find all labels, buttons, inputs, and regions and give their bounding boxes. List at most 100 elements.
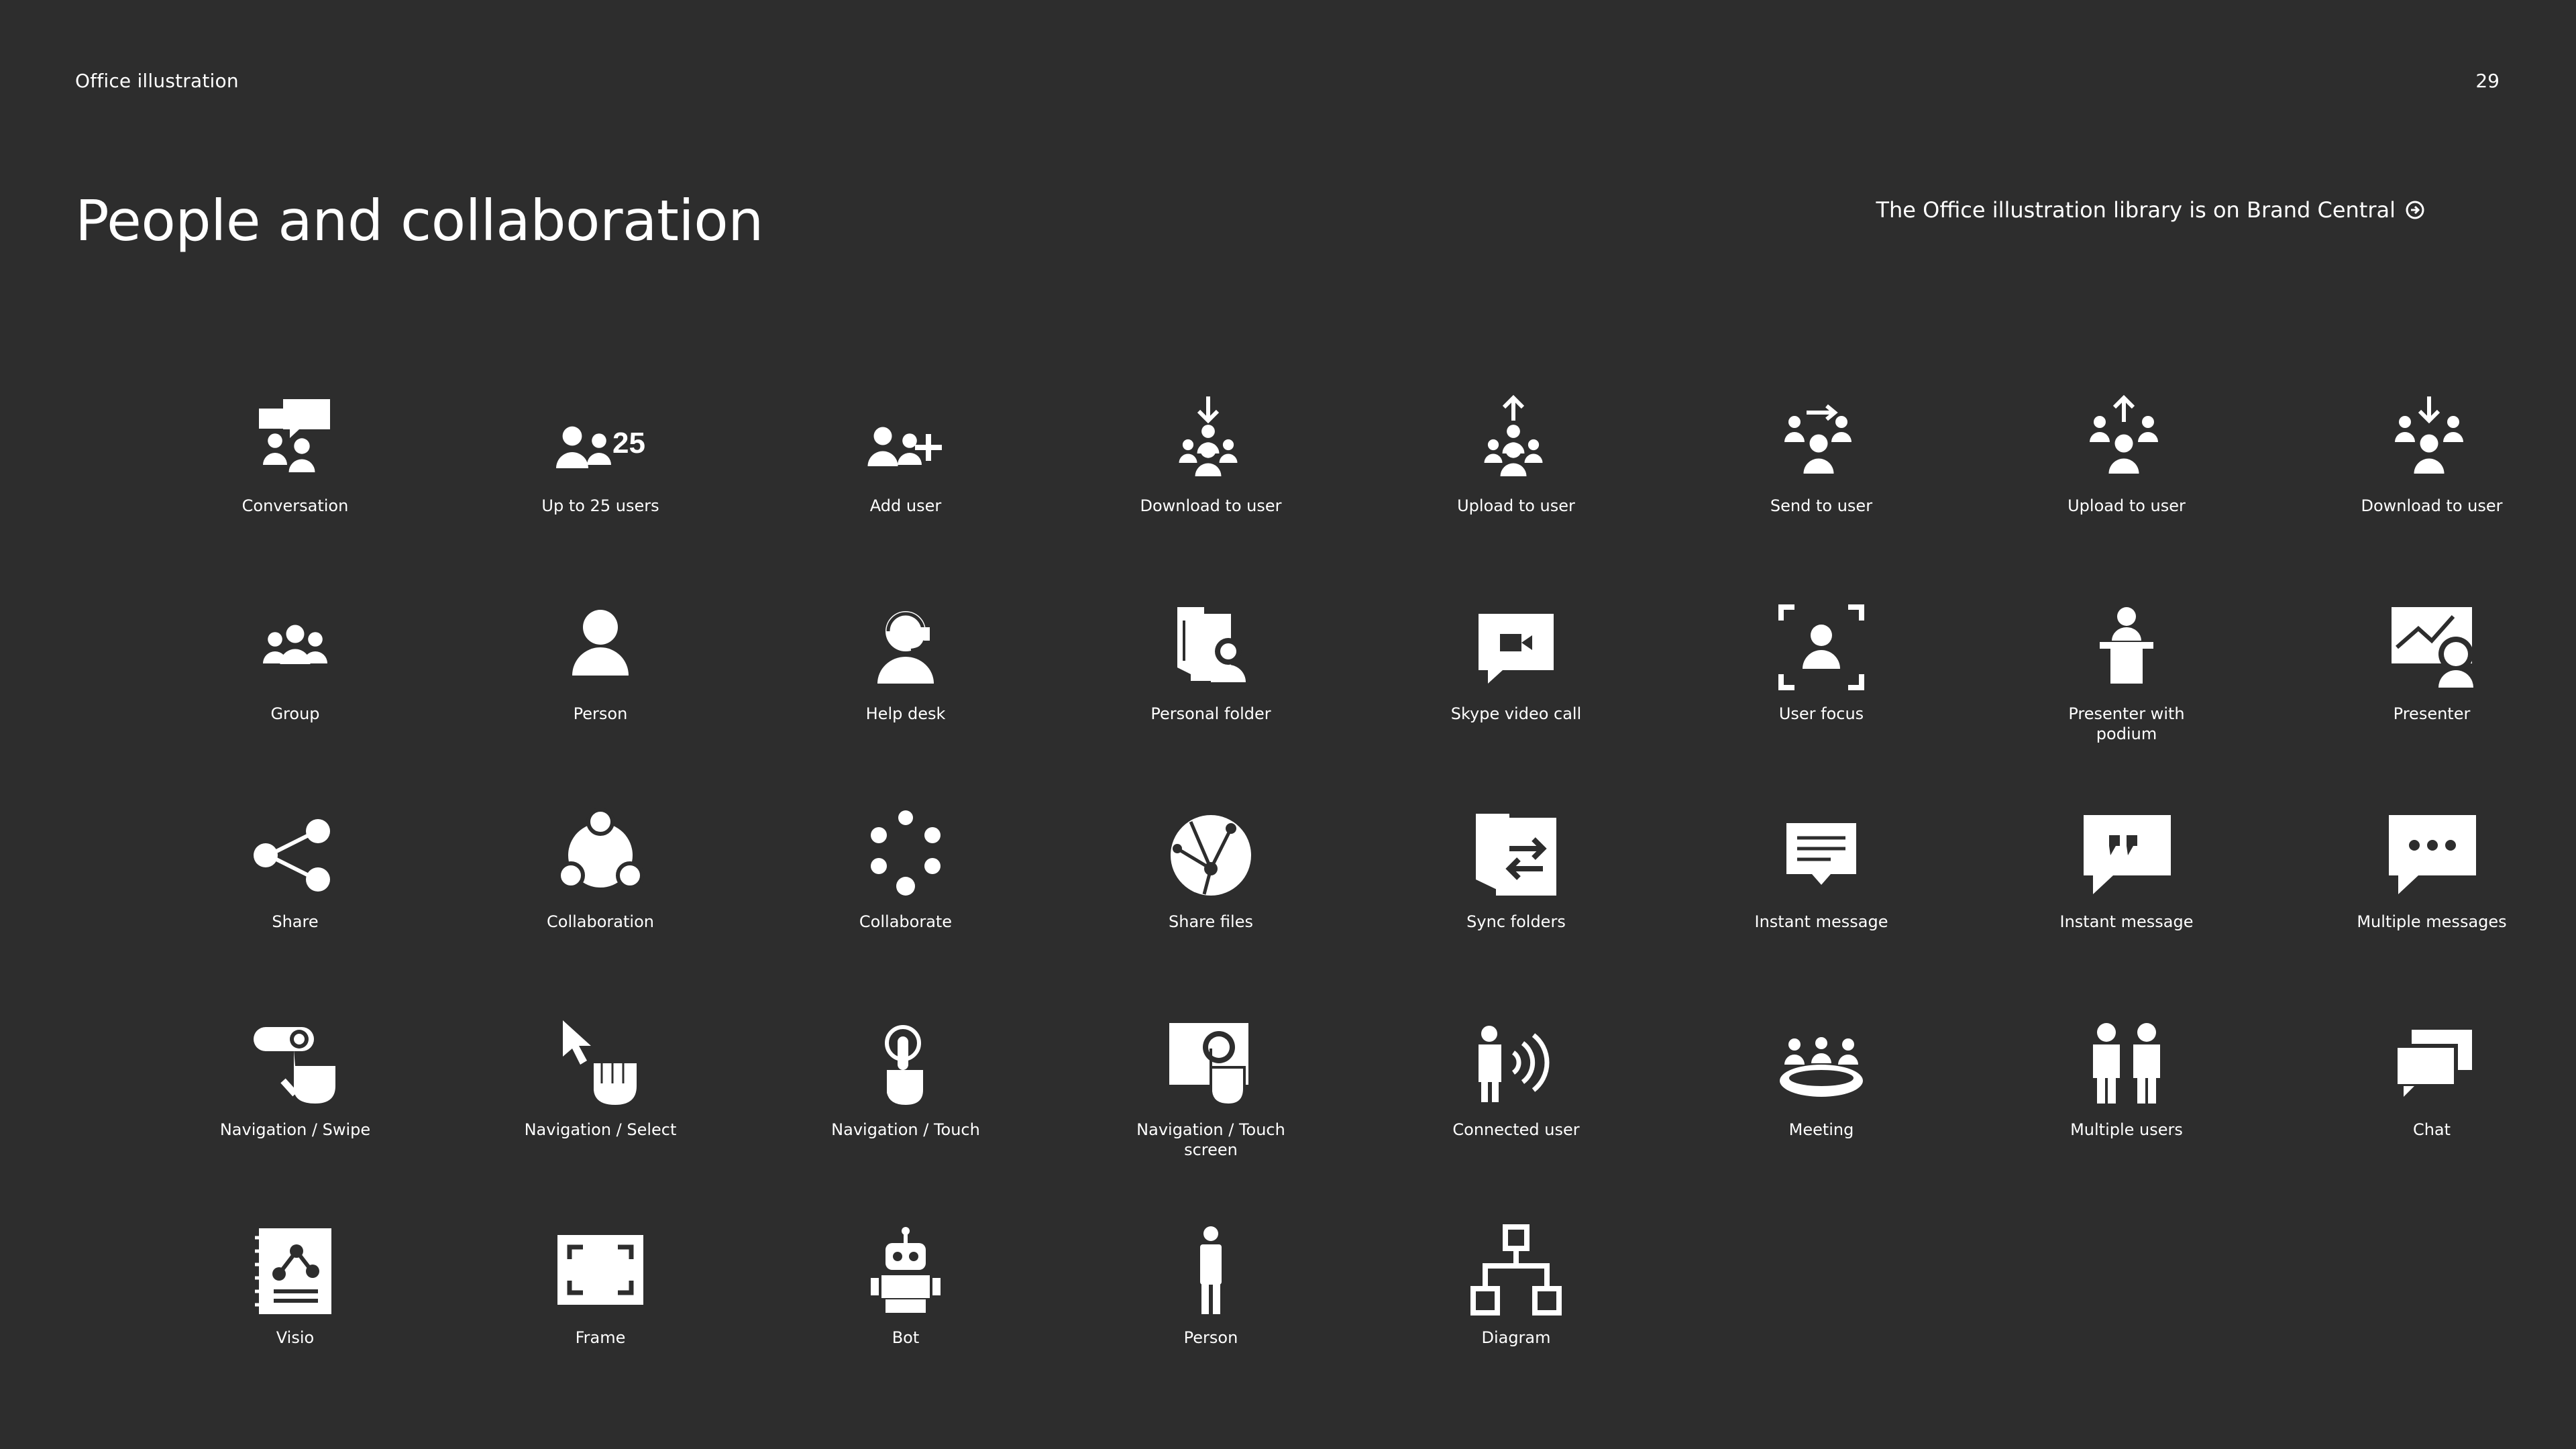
download-to-user-alt-icon: [2395, 396, 2463, 474]
icon-tile: Sync folders: [1382, 808, 1650, 932]
connected-user-icon: [1479, 1026, 1550, 1102]
icon-label: Share: [272, 912, 319, 931]
icon-tile: Chat: [2298, 1016, 2566, 1140]
icon-tile: Diagram: [1382, 1224, 1650, 1348]
icon-label: Chat: [2412, 1120, 2451, 1139]
icon-tile: Collaboration: [466, 808, 735, 932]
icon-label: Presenter with podium: [2068, 704, 2185, 743]
icon-label: Download to user: [2361, 496, 2503, 515]
icon-label: Skype video call: [1450, 704, 1582, 723]
share-files-icon: [1171, 815, 1251, 896]
icon-tile: Person: [1077, 1224, 1345, 1348]
icon-tile: Presenter with podium: [1992, 600, 2261, 744]
icon-tile: Bot: [771, 1224, 1040, 1348]
icon-label: Download to user: [1140, 496, 1282, 515]
icon-label: Collaboration: [547, 912, 654, 931]
icon-tile: Navigation / Touch: [771, 1016, 1040, 1140]
icon-label: Add user: [869, 496, 942, 515]
icon-tile: Multiple users: [1992, 1016, 2261, 1140]
icon-tile: Share files: [1077, 808, 1345, 932]
icon-tile: Personal folder: [1077, 600, 1345, 724]
icon-tile: Send to user: [1687, 392, 1955, 516]
icon-tile: Share: [161, 808, 429, 932]
icon-tile: Frame: [466, 1224, 735, 1348]
instant-message-icon: [1786, 823, 1856, 885]
icon-tile: Skype video call: [1382, 600, 1650, 724]
upload-to-user-alt-icon: [2090, 394, 2158, 474]
diagram-icon: [1470, 1224, 1562, 1316]
icon-label: Navigation / Touch screen: [1136, 1120, 1285, 1159]
icon-tile: Conversation: [161, 392, 429, 516]
icon-tile: Meeting: [1687, 1016, 1955, 1140]
chat-icon: [2394, 1030, 2472, 1097]
multiple-users-icon: [2093, 1023, 2160, 1104]
presenter-icon: [2392, 607, 2473, 688]
navigation-swipe-icon: [254, 1027, 335, 1104]
group-icon: [263, 625, 327, 664]
icon-tile: Navigation / Swipe: [161, 1016, 429, 1140]
icon-label: Instant message: [1754, 912, 1888, 931]
collaborate-icon: [871, 810, 941, 896]
help-desk-icon: [877, 611, 934, 684]
icon-label: Help desk: [865, 704, 946, 723]
icon-tile: Presenter: [2298, 600, 2566, 724]
icon-tile: Download to user: [2298, 392, 2566, 516]
icon-label: Multiple users: [2070, 1120, 2183, 1139]
icon-tile: Connected user: [1382, 1016, 1650, 1140]
skype-video-call-icon: [1479, 614, 1554, 684]
icon-label: Collaborate: [859, 912, 953, 931]
multiple-messages-icon: [2389, 815, 2476, 894]
icon-tile: Upload to user: [1992, 392, 2261, 516]
presenter-podium-icon: [2100, 607, 2153, 684]
conversation-icon: [259, 399, 330, 472]
icon-label: User focus: [1778, 704, 1864, 723]
icon-tile: Instant message: [1992, 808, 2261, 932]
icon-tile: Navigation / Select: [466, 1016, 735, 1140]
add-user-icon: [867, 427, 942, 466]
icon-tile: Multiple messages: [2298, 808, 2566, 932]
icon-label: Share files: [1169, 912, 1253, 931]
icon-label: Presenter: [2393, 704, 2471, 723]
icon-label: Person: [573, 704, 628, 723]
user-focus-icon: [1778, 604, 1864, 690]
navigation-select-icon: [563, 1020, 637, 1105]
icon-label: Sync folders: [1466, 912, 1566, 931]
download-to-user-icon: [1179, 396, 1238, 476]
frame-icon: [557, 1235, 643, 1305]
navigation-touch-screen-icon: [1169, 1023, 1248, 1107]
icon-label: Upload to user: [2068, 496, 2186, 515]
icon-label: Send to user: [1770, 496, 1873, 515]
icon-label: Up to 25 users: [541, 496, 659, 515]
visio-icon: [255, 1228, 331, 1314]
icon-tile: Collaborate: [771, 808, 1040, 932]
icon-label: Frame: [575, 1328, 626, 1347]
icon-label: Group: [270, 704, 320, 723]
icon-label: Connected user: [1452, 1120, 1580, 1139]
person-standing-icon: [1200, 1226, 1222, 1314]
icon-tile: Visio: [161, 1224, 429, 1348]
icon-label: Navigation / Select: [524, 1120, 677, 1139]
meeting-icon: [1780, 1037, 1863, 1097]
icon-tile: Instant message: [1687, 808, 1955, 932]
upload-to-user-icon: [1484, 394, 1543, 476]
icon-label: Person: [1183, 1328, 1238, 1347]
icon-label: Navigation / Touch: [831, 1120, 980, 1139]
person-icon: [572, 610, 629, 676]
icon-label: Multiple messages: [2357, 912, 2507, 931]
icon-tile: Navigation / Touch screen: [1077, 1016, 1345, 1160]
icon-tile: Download to user: [1077, 392, 1345, 516]
icon-tile: 25 Up to 25 users: [466, 392, 735, 516]
icon-label: Upload to user: [1457, 496, 1575, 515]
icon-tile: Group: [161, 600, 429, 724]
bot-icon: [871, 1227, 941, 1313]
svg-text:25: 25: [612, 427, 645, 460]
navigation-touch-icon: [885, 1025, 923, 1105]
icon-label: Conversation: [241, 496, 349, 515]
send-to-user-icon: [1784, 404, 1851, 474]
icon-grid: Conversation 25 Up to 25 users Add user Down…: [0, 0, 2576, 1449]
instant-message-quote-icon: [2084, 815, 2171, 894]
sync-folders-icon: [1476, 814, 1556, 896]
up-to-25-users-icon: 25: [556, 426, 645, 468]
icon-label: Visio: [276, 1328, 315, 1347]
collaboration-icon: [557, 808, 644, 890]
